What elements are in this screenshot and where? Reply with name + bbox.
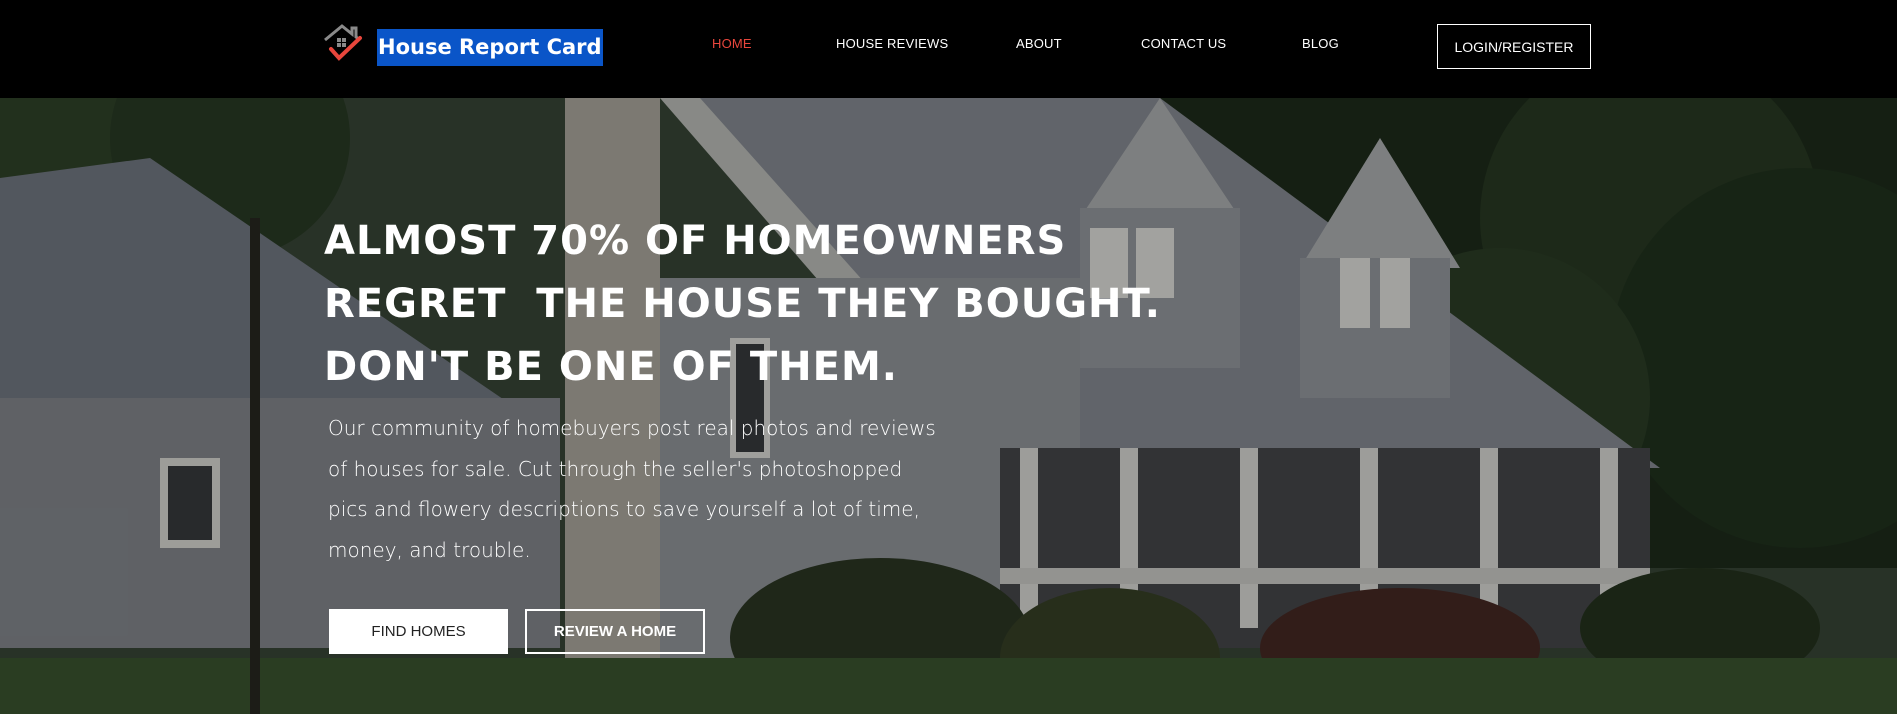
hero-section: ALMOST 70% OF HOMEOWNERS REGRET THE HOUS… <box>0 98 1897 714</box>
review-a-home-button[interactable]: REVIEW A HOME <box>525 609 705 654</box>
headline-line-1: ALMOST 70% OF HOMEOWNERS <box>324 218 1067 264</box>
brand-name[interactable]: House Report Card <box>377 29 603 66</box>
headline-line-2: REGRET THE HOUSE THEY BOUGHT. <box>324 281 1161 327</box>
nav-about[interactable]: ABOUT <box>1016 36 1062 51</box>
house-check-icon[interactable] <box>322 22 364 64</box>
nav-blog[interactable]: BLOG <box>1302 36 1339 51</box>
login-register-button[interactable]: LOGIN/REGISTER <box>1437 24 1591 69</box>
nav-house-reviews[interactable]: HOUSE REVIEWS <box>836 36 948 51</box>
hero-headline: ALMOST 70% OF HOMEOWNERS REGRET THE HOUS… <box>324 210 1161 399</box>
hero-description: Our community of homebuyers post real ph… <box>328 416 936 562</box>
find-homes-button[interactable]: FIND HOMES <box>329 609 508 654</box>
nav-contact-us[interactable]: CONTACT US <box>1141 36 1226 51</box>
hero-overlay <box>0 98 1897 714</box>
nav-home[interactable]: HOME <box>712 36 752 51</box>
headline-line-3: DON'T BE ONE OF THEM. <box>324 344 898 390</box>
site-header: House Report Card HOME HOUSE REVIEWS ABO… <box>0 0 1897 98</box>
